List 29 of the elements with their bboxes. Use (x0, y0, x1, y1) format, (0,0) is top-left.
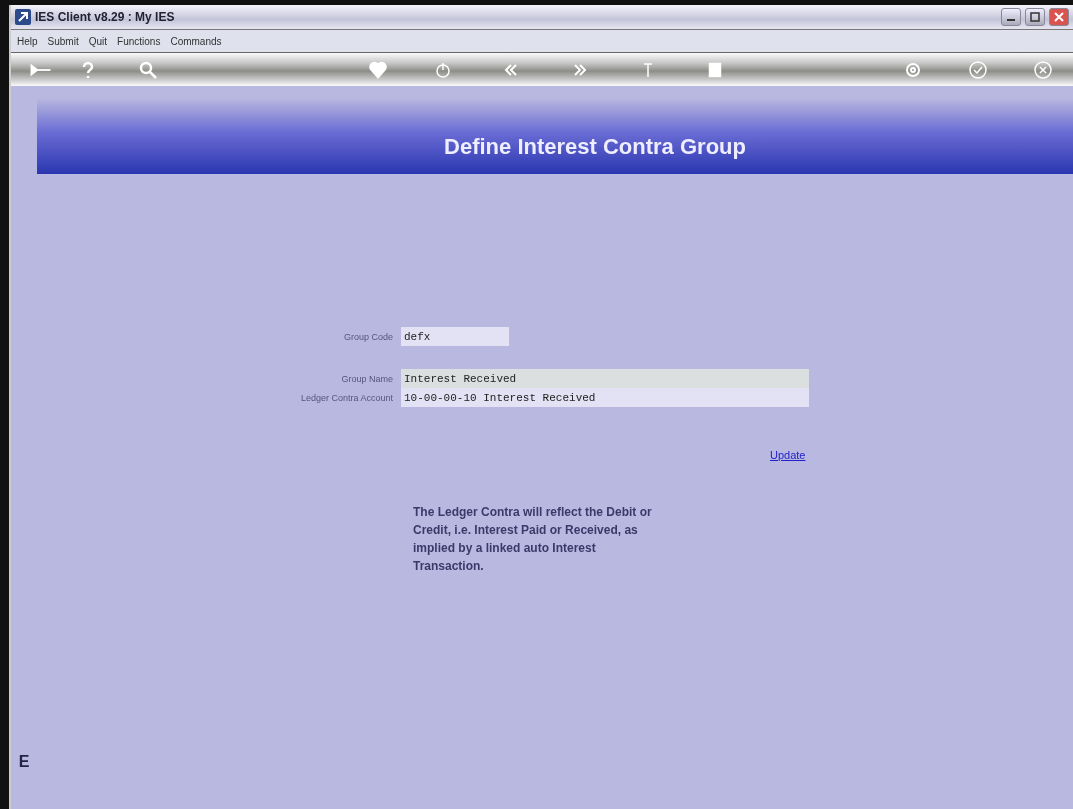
minimize-button[interactable] (1001, 8, 1021, 26)
search-icon (138, 59, 158, 80)
input-field[interactable]: defx (401, 327, 509, 346)
close-button[interactable] (1049, 8, 1069, 26)
window-title: IES Client v8.29 : My IES (35, 10, 176, 24)
side-label: E (18, 753, 30, 771)
heart-icon (368, 59, 388, 80)
field-label: Group Name (340, 373, 394, 384)
toolbar-button[interactable] (967, 58, 989, 81)
minimize-icon (1007, 19, 1015, 21)
info-text: The Ledger Contra will reflect the Debit or Credit, i.e. Interest Paid or Received, as implied by a linked auto Interest Transaction. (413, 504, 653, 575)
menu-item[interactable]: Submit (47, 35, 79, 47)
input-field[interactable]: 10-00-00-10 Interest Received (401, 388, 809, 407)
update-link[interactable]: Update (770, 449, 806, 461)
menu-item[interactable]: Commands (170, 35, 222, 47)
app-logo-icon (15, 9, 31, 25)
field-label: Group Code (342, 331, 394, 342)
close-icon (1033, 59, 1053, 80)
maximize-icon (1030, 12, 1040, 22)
toolbar-button[interactable] (1032, 58, 1054, 81)
menu-item[interactable]: Quit (88, 35, 108, 47)
menu-item[interactable]: Help (17, 35, 38, 47)
page-title: Define Interest Contra Group (444, 134, 746, 160)
maximize-button[interactable] (1025, 8, 1045, 26)
close-icon (1054, 12, 1064, 22)
field-label: Ledger Contra Account (299, 392, 394, 403)
input-field[interactable]: Interest Received (401, 369, 809, 388)
menu-item[interactable]: Functions (117, 35, 161, 47)
check-icon (968, 59, 988, 80)
